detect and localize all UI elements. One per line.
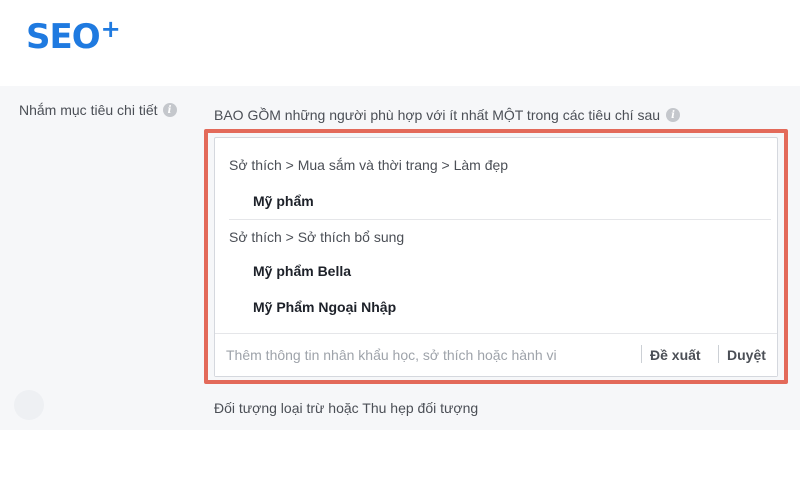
detailed-targeting-label-text: Nhắm mục tiêu chi tiết — [19, 102, 158, 118]
seo-plus-logo: SEO + — [26, 15, 121, 58]
logo-plus: + — [100, 15, 121, 43]
include-heading-text: BAO GỒM những người phù hợp với ít nhất … — [214, 107, 661, 123]
exclude-or-narrow-link[interactable]: Đối tượng loại trừ hoặc Thu hẹp đối tượn… — [214, 400, 478, 416]
highlight-frame — [204, 129, 788, 384]
faded-avatar — [14, 390, 44, 420]
logo-text: SEO — [26, 17, 101, 57]
include-heading: BAO GỒM những người phù hợp với ít nhất … — [214, 107, 681, 123]
detailed-targeting-label: Nhắm mục tiêu chi tiết i — [19, 102, 177, 118]
info-icon[interactable]: i — [162, 103, 177, 117]
info-icon[interactable]: i — [666, 108, 681, 122]
